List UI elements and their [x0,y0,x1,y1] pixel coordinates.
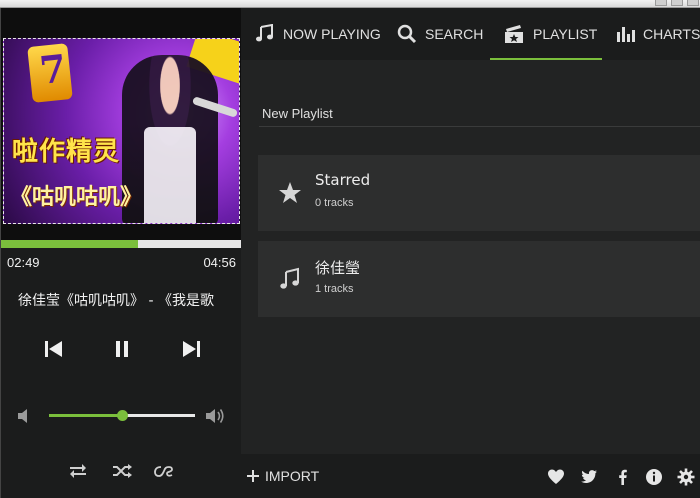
volume-high-button[interactable] [204,406,226,426]
album-art-title: 啦作精灵 [12,137,121,167]
twitter-button[interactable] [580,468,598,486]
active-tab-indicator [490,58,602,60]
volume-knob[interactable] [117,410,128,421]
previous-button[interactable] [41,338,67,360]
heart-icon [548,469,564,484]
current-time: 02:49 [7,255,40,270]
track-duration: 04:56 [203,255,236,270]
tab-now-playing[interactable]: NOW PLAYING [255,8,381,60]
lastfm-icon [154,466,173,477]
album-art-image: 啦作精灵 《咕叽咕叽》 [3,38,240,224]
music-note-icon [256,24,273,42]
pause-icon [116,341,128,357]
show-logo [27,43,73,103]
plus-icon [247,470,259,482]
repeat-button[interactable] [67,463,89,479]
favorite-button[interactable] [547,468,565,486]
tab-now-playing-label: NOW PLAYING [283,26,381,42]
playlist-item-user[interactable]: 徐佳瑩 1 tracks [258,241,700,317]
tab-playlist-label: PLAYLIST [533,26,598,42]
window-top-strip [0,0,700,8]
window-minimize-button[interactable] [655,0,667,6]
volume-fill [49,414,122,417]
star-icon [279,182,301,203]
facebook-button[interactable] [614,468,632,486]
playlist-item-title: 徐佳瑩 [315,259,361,277]
speaker-low-icon [18,409,27,423]
next-button[interactable] [178,338,204,360]
settings-button[interactable] [677,468,695,486]
shuffle-icon [113,464,132,478]
repeat-icon [70,464,86,478]
shuffle-button[interactable] [111,463,133,479]
now-playing-title: 徐佳莹《咕叽咕叽》 - 《我是歌 [18,293,214,309]
skip-back-icon [45,341,62,357]
main-navigation: NOW PLAYING SEARCH PLAYLIST CHARTS [241,8,700,60]
input-underline [259,126,700,127]
lastfm-button[interactable] [153,463,175,479]
tab-playlist[interactable]: PLAYLIST [503,8,597,60]
pause-button[interactable] [109,338,135,360]
window-maximize-button[interactable] [671,0,683,6]
footer-bar: IMPORT [241,454,700,498]
playlist-icon [505,25,523,43]
playlist-item-count: 1 tracks [315,283,354,295]
album-art: 啦作精灵 《咕叽咕叽》 [1,8,242,240]
volume-slider[interactable] [49,410,195,421]
music-note-icon [280,267,299,289]
skip-forward-icon [183,341,200,357]
tab-search-label: SEARCH [425,26,484,42]
album-art-subtitle: 《咕叽咕叽》 [10,185,143,210]
volume-low-button[interactable] [15,406,37,426]
import-button[interactable]: IMPORT [247,468,319,484]
player-panel: 啦作精灵 《咕叽咕叽》 02:49 04:56 徐佳莹《咕叽咕叽》 - 《我是歌 [0,8,242,498]
twitter-icon [581,470,597,483]
progress-fill [1,240,139,248]
tab-search[interactable]: SEARCH [397,8,483,60]
playlist-item-title: Starred [315,171,371,189]
new-playlist-input[interactable]: New Playlist [262,106,333,121]
info-button[interactable] [645,468,663,486]
import-label: IMPORT [265,468,320,484]
gear-icon [677,468,695,486]
progress-bar[interactable] [1,240,242,248]
chart-icon [617,27,635,42]
window-close-button[interactable] [687,0,699,6]
playlist-item-count: 0 tracks [315,197,354,209]
facebook-icon [619,469,627,485]
info-icon [646,469,662,485]
library-panel: NOW PLAYING SEARCH PLAYLIST CHARTS New P… [241,8,700,498]
tab-charts[interactable]: CHARTS [615,8,700,60]
speaker-high-icon [206,409,224,423]
playlist-item-starred[interactable]: Starred 0 tracks [258,155,700,231]
tab-charts-label: CHARTS [643,26,700,42]
search-icon [397,24,417,44]
